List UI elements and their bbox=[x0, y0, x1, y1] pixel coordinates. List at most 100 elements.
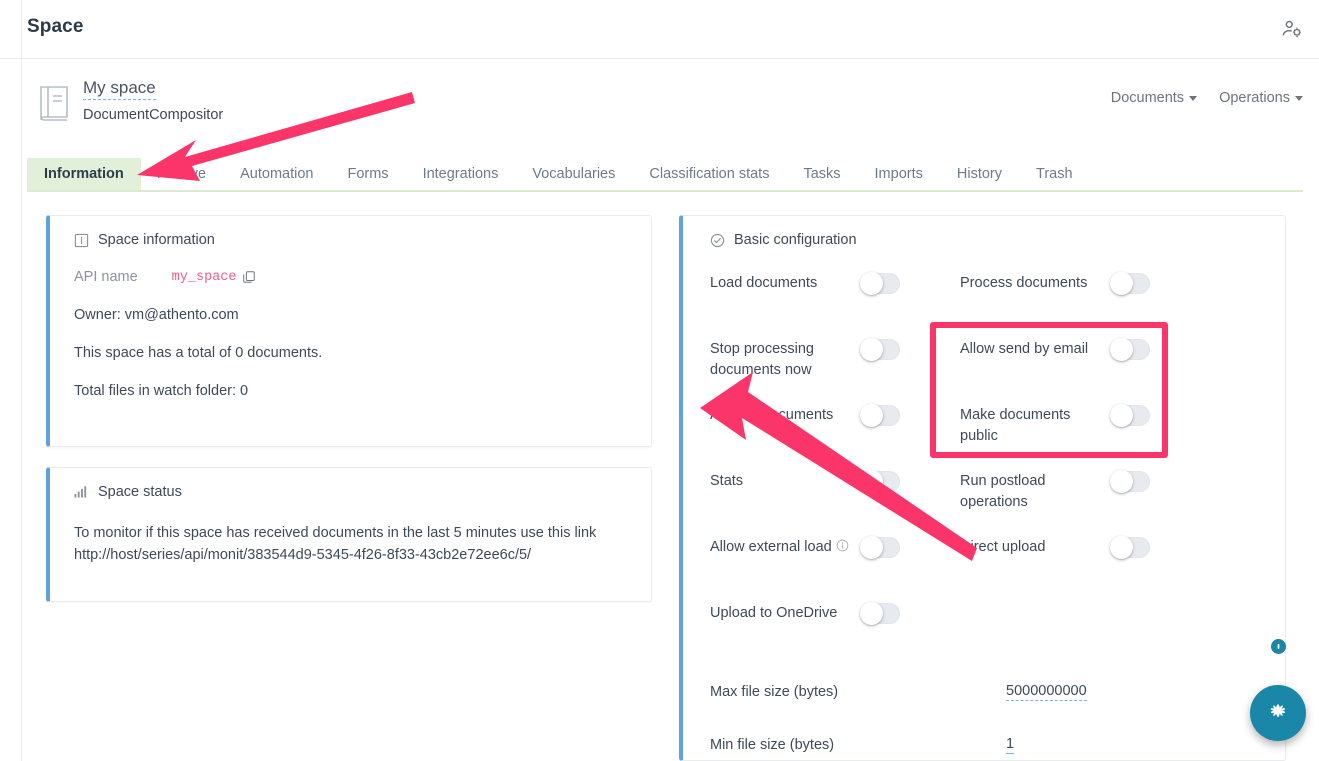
basic-configuration-title-text: Basic configuration bbox=[734, 232, 857, 248]
toggle-label-archive-documents: Archive documents bbox=[710, 397, 860, 463]
toggle-cell bbox=[860, 529, 960, 563]
basic-configuration-fields: Max file size (bytes) 5000000000 Min file … bbox=[710, 669, 1263, 761]
space-status-text: To monitor if this space has received do… bbox=[74, 522, 627, 566]
toggle-knob bbox=[860, 404, 883, 427]
toggle-knob bbox=[1110, 404, 1133, 427]
toggle-label-text: Run postload operations bbox=[960, 473, 1046, 510]
toggle-switch-load-documents[interactable] bbox=[860, 272, 900, 295]
field-value[interactable]: 1 bbox=[1006, 736, 1015, 754]
toggle-label-text: Allow external load bbox=[710, 539, 832, 555]
basic-configuration-card: Basic configuration Load documents Proces… bbox=[679, 215, 1286, 761]
toggle-switch-make-documents-public[interactable] bbox=[1110, 404, 1150, 427]
toggle-cell bbox=[860, 463, 960, 497]
field-row-max-file-size-bytes: Max file size (bytes) 5000000000 bbox=[710, 669, 1263, 714]
toggle-label-text: Process documents bbox=[960, 275, 1088, 291]
tab-forms[interactable]: Forms bbox=[330, 158, 405, 190]
app-root: Space My space DocumentCompositor Docume… bbox=[0, 0, 1319, 761]
top-left-rail bbox=[0, 0, 22, 59]
basic-configuration-toggle-grid: Load documents Process documents Stop proc… bbox=[710, 265, 1263, 661]
copy-icon[interactable] bbox=[242, 270, 256, 284]
toggle-knob bbox=[860, 602, 883, 625]
toggle-knob bbox=[860, 338, 883, 361]
toggle-switch-archive-documents[interactable] bbox=[860, 404, 900, 427]
toggle-knob bbox=[860, 272, 883, 295]
toggle-label-make-documents-public: Make documents public bbox=[960, 397, 1110, 463]
space-status-title: Space status bbox=[74, 484, 627, 500]
toggle-switch-allow-send-by-email[interactable] bbox=[1110, 338, 1150, 361]
tab-trash[interactable]: Trash bbox=[1019, 158, 1090, 190]
operations-menu[interactable]: Operations bbox=[1219, 90, 1303, 106]
toggle-knob bbox=[1110, 338, 1133, 361]
tab-bar: Information Archive Automation Forms Integra… bbox=[27, 158, 1303, 192]
tab-label: Archive bbox=[157, 165, 207, 182]
tab-label: Trash bbox=[1036, 165, 1073, 182]
toggle-label-text: Load documents bbox=[710, 275, 818, 291]
tab-label: Tasks bbox=[803, 165, 841, 182]
toggle-label-text: Stats bbox=[710, 473, 744, 489]
space-documents-total: This space has a total of 0 documents. bbox=[74, 345, 323, 361]
top-bar: Space bbox=[0, 0, 1319, 59]
tab-label: Classification stats bbox=[649, 165, 770, 182]
tab-archive[interactable]: Archive bbox=[141, 158, 223, 190]
documents-menu-label: Documents bbox=[1110, 90, 1185, 106]
toggle-switch-stats[interactable] bbox=[860, 470, 900, 493]
toggle-label-load-documents: Load documents bbox=[710, 265, 860, 331]
api-name-value-text: my_space bbox=[171, 269, 237, 285]
toggle-label-text: Direct upload bbox=[960, 539, 1046, 555]
space-header: My space DocumentCompositor Documents Op… bbox=[37, 78, 1303, 138]
fab-info-badge[interactable] bbox=[1271, 639, 1286, 654]
space-information-title-text: Space information bbox=[98, 232, 215, 248]
tab-tasks[interactable]: Tasks bbox=[786, 158, 857, 190]
field-label: Max file size (bytes) bbox=[710, 683, 839, 700]
toggle-label-allow-send-by-email: Allow send by email bbox=[960, 331, 1110, 397]
tab-automation[interactable]: Automation bbox=[223, 158, 330, 190]
left-rail bbox=[0, 59, 22, 761]
tab-information[interactable]: Information bbox=[27, 158, 141, 190]
space-status-line1: To monitor if this space has received do… bbox=[74, 525, 597, 541]
toggle-label-stop-processing-documents-now: Stop processing documents now bbox=[710, 331, 860, 397]
chevron-down-icon bbox=[1189, 95, 1198, 101]
toggle-switch-direct-upload[interactable] bbox=[1110, 536, 1150, 559]
toggle-label-text: Upload to OneDrive bbox=[710, 605, 838, 621]
info-circle-icon[interactable] bbox=[836, 539, 849, 552]
tab-label: Imports bbox=[874, 165, 923, 182]
toggle-knob bbox=[860, 470, 883, 493]
toggle-cell bbox=[860, 595, 960, 629]
documents-menu[interactable]: Documents bbox=[1110, 90, 1198, 106]
toggle-cell bbox=[1110, 331, 1210, 365]
space-header-menus: Documents Operations bbox=[1111, 90, 1303, 106]
field-value[interactable]: 5000000000 bbox=[1006, 683, 1087, 701]
toggle-switch-upload-to-onedrive[interactable] bbox=[860, 602, 900, 625]
toggle-cell bbox=[860, 265, 960, 299]
bar-chart-icon bbox=[74, 485, 89, 499]
tab-integrations[interactable]: Integrations bbox=[406, 158, 516, 190]
star-burst-icon bbox=[1270, 704, 1286, 718]
space-information-card: Space information API name my_space Owne… bbox=[46, 215, 652, 447]
space-name-link[interactable]: My space bbox=[83, 78, 156, 100]
toggle-label-stats: Stats bbox=[710, 463, 860, 529]
space-status-title-text: Space status bbox=[98, 484, 182, 500]
space-type-label: DocumentCompositor bbox=[83, 107, 224, 123]
space-watch-folder-total: Total files in watch folder: 0 bbox=[74, 383, 249, 399]
tab-history[interactable]: History bbox=[940, 158, 1019, 190]
tab-label: Integrations bbox=[422, 165, 499, 182]
toggle-label-text: Make documents public bbox=[960, 407, 1071, 444]
toggle-switch-run-postload-operations[interactable] bbox=[1110, 470, 1150, 493]
toggle-knob bbox=[1110, 272, 1133, 295]
toggle-label-text: Allow send by email bbox=[960, 341, 1089, 357]
fab-action-button[interactable] bbox=[1250, 685, 1306, 741]
info-square-icon bbox=[74, 233, 89, 248]
toggle-switch-stop-processing-documents-now[interactable] bbox=[860, 338, 900, 361]
tab-imports[interactable]: Imports bbox=[858, 158, 940, 190]
space-status-link[interactable]: http://host/series/api/monit/383544d9-53… bbox=[74, 547, 531, 563]
toggle-switch-allow-external-load[interactable] bbox=[860, 536, 900, 559]
tab-label: Vocabularies bbox=[532, 165, 616, 182]
space-owner: Owner: vm@athento.com bbox=[74, 307, 239, 323]
toggle-knob bbox=[860, 536, 883, 559]
user-gear-icon[interactable] bbox=[1277, 14, 1307, 44]
toggle-switch-process-documents[interactable] bbox=[1110, 272, 1150, 295]
api-name-row: API name my_space bbox=[74, 269, 627, 285]
tab-classification-stats[interactable]: Classification stats bbox=[632, 158, 786, 190]
tab-vocabularies[interactable]: Vocabularies bbox=[515, 158, 632, 190]
toggle-knob bbox=[1110, 470, 1133, 493]
